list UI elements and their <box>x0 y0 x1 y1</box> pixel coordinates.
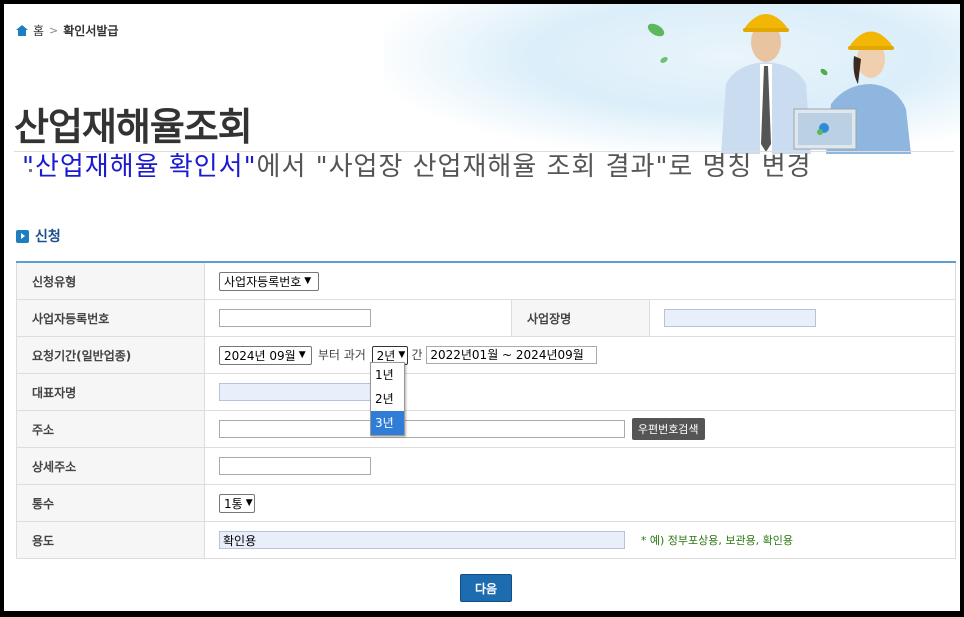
detail-address-cell <box>204 447 956 485</box>
section-title: 신청 <box>16 226 61 246</box>
chevron-down-icon: ▼ <box>298 350 306 360</box>
period-range-field: 2022년01월 ~ 2024년09월 <box>426 346 598 364</box>
detail-address-label: 상세주소 <box>16 447 205 485</box>
years-option[interactable]: 2년 <box>371 387 404 411</box>
period-label: 요청기간(일반업종) <box>16 336 205 374</box>
biz-no-input[interactable] <box>219 309 371 327</box>
purpose-label: 용도 <box>16 521 205 559</box>
period-cell: 2024년 09월 ▼ 부터 과거 2년 ▼ 간 2022년01월 ~ 2024년0… <box>204 336 956 374</box>
period-from-text: 부터 과거 <box>317 347 366 362</box>
chevron-right-icon: > <box>49 24 59 37</box>
home-icon[interactable] <box>16 25 28 36</box>
next-button[interactable]: 다음 <box>460 574 512 602</box>
form-row-biz-no: 사업자등록번호 사업장명 <box>16 299 956 337</box>
arrow-right-icon <box>16 229 29 243</box>
notice-rest: 에서 "사업장 산업재해율 조회 결과"로 명칭 변경 <box>256 152 812 182</box>
form-row-rep: 대표자명 <box>16 373 956 411</box>
leaf-decoration <box>647 23 668 63</box>
page-title: 산업재해율조회 <box>14 105 253 149</box>
request-type-select[interactable]: 사업자등록번호 ▼ <box>219 271 319 291</box>
period-years-value: 2년 <box>376 348 396 363</box>
period-suffix: 간 <box>411 347 423 362</box>
biz-no-cell <box>204 299 512 337</box>
copies-cell: 1통 ▼ <box>204 484 956 522</box>
detail-address-input[interactable] <box>219 457 371 475</box>
form-row-copies: 통수 1통 ▼ <box>16 484 956 522</box>
copies-select[interactable]: 1통 ▼ <box>219 493 255 513</box>
request-type-cell: 사업자등록번호 ▼ <box>204 261 956 300</box>
purpose-cell: * 예) 정부포상용, 보관용, 확인용 <box>204 521 956 559</box>
period-month-select[interactable]: 2024년 09월 ▼ <box>219 345 312 365</box>
period-month-value: 2024년 09월 <box>224 348 296 363</box>
site-name-cell <box>649 299 956 337</box>
notice-text: "산업재해율 확인서"에서 "사업장 산업재해율 조회 결과"로 명칭 변경 <box>22 146 812 183</box>
breadcrumb-current[interactable]: 확인서발급 <box>63 22 118 39</box>
address-label: 주소 <box>16 410 205 448</box>
rep-cell <box>204 373 956 411</box>
chevron-down-icon: ▼ <box>245 498 253 508</box>
copies-value: 1통 <box>224 496 243 511</box>
form-row-request-type: 신청유형 사업자등록번호 ▼ <box>16 261 956 300</box>
section-title-label: 신청 <box>35 229 61 245</box>
biz-no-label: 사업자등록번호 <box>16 299 205 337</box>
form-row-period: 요청기간(일반업종) 2024년 09월 ▼ 부터 과거 2년 ▼ 간 2022년0… <box>16 336 956 374</box>
chevron-down-icon: ▼ <box>304 276 312 286</box>
form-row-purpose: 용도 * 예) 정부포상용, 보관용, 확인용 <box>16 521 956 559</box>
address-cell: 우편번호검색 <box>204 410 956 448</box>
address-input[interactable] <box>219 420 625 438</box>
worker-woman-image <box>793 31 911 154</box>
purpose-input[interactable] <box>219 531 625 549</box>
site-name-label: 사업장명 <box>511 299 650 337</box>
page-frame: 홈 > 확인서발급 산업재해율조회 "산업재해율 확인서"에서 "사업장 산업재… <box>4 4 960 611</box>
site-name-input[interactable] <box>664 309 816 327</box>
form-row-address: 주소 우편번호검색 <box>16 410 956 448</box>
years-option[interactable]: 1년 <box>371 363 404 387</box>
zip-search-button[interactable]: 우편번호검색 <box>631 418 705 440</box>
copies-label: 통수 <box>16 484 205 522</box>
notice-highlight: "산업재해율 확인서" <box>22 152 257 182</box>
breadcrumb-home[interactable]: 홈 <box>33 22 44 39</box>
request-type-label: 신청유형 <box>16 261 205 300</box>
chevron-down-icon: ▼ <box>398 350 406 360</box>
rep-input[interactable] <box>219 383 371 401</box>
rep-label: 대표자명 <box>16 373 205 411</box>
years-option-highlighted[interactable]: 3년 <box>371 411 404 435</box>
application-form: 신청유형 사업자등록번호 ▼ 사업자등록번호 사업장명 요청기간(일반업종) 20… <box>16 261 956 559</box>
request-type-value: 사업자등록번호 <box>224 274 302 289</box>
breadcrumb: 홈 > 확인서발급 <box>16 22 118 39</box>
years-dropdown-list: 1년 2년 3년 <box>370 362 405 436</box>
purpose-hint: * 예) 정부포상용, 보관용, 확인용 <box>640 533 794 547</box>
form-row-detail-address: 상세주소 <box>16 447 956 485</box>
